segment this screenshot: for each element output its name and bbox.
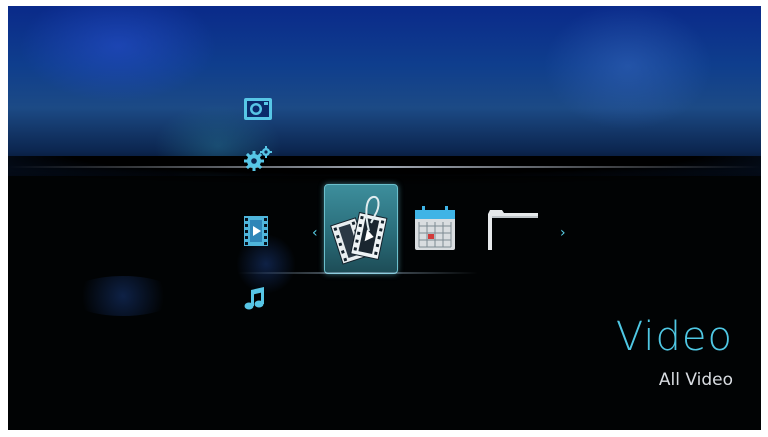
chevron-right-icon[interactable]: › [560, 226, 566, 240]
settings-icon[interactable] [242, 144, 274, 172]
video-clips-icon [330, 195, 388, 265]
carousel-item-video-clips[interactable] [324, 184, 398, 274]
background-glow [68, 276, 178, 316]
horizon-line [8, 166, 761, 168]
menu-subtitle: All Video [658, 370, 733, 390]
selection-underline [238, 272, 478, 274]
carousel-item-folder[interactable] [486, 208, 540, 254]
music-icon[interactable] [244, 286, 268, 312]
menu-title: Video [615, 314, 733, 360]
background-sky [8, 6, 761, 176]
media-player-screen: ‹ › Video All Video [8, 6, 761, 430]
video-icon[interactable] [242, 214, 270, 248]
carousel-item-calendar[interactable] [414, 206, 456, 252]
photo-icon[interactable] [242, 94, 274, 122]
folder-icon [488, 210, 538, 250]
calendar-icon [415, 206, 455, 250]
chevron-left-icon[interactable]: ‹ [312, 226, 318, 240]
